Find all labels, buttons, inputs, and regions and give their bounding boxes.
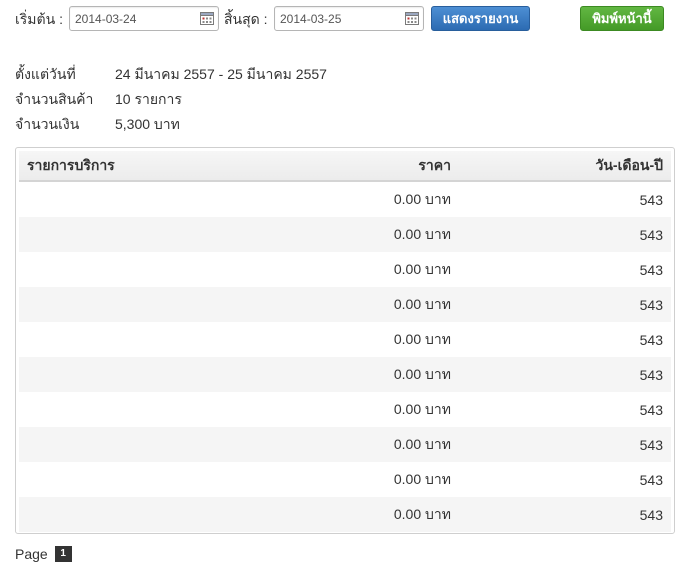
table-row: 0.00 บาท 543 <box>19 357 671 392</box>
cell-price: 0.00 บาท <box>229 217 459 252</box>
total-amount-value: 5,300 บาท <box>115 116 180 132</box>
table-row: 0.00 บาท 543 <box>19 252 671 287</box>
cell-price: 0.00 บาท <box>393 400 451 417</box>
show-report-button[interactable]: แสดงรายงาน <box>431 6 530 31</box>
report-table-panel: รายการบริการ ราคา วัน-เดือน-ปี 0.00 บาท … <box>15 147 675 534</box>
end-date-label: สิ้นสุด : <box>224 11 268 27</box>
cell-price: 0.00 บาท <box>229 357 459 392</box>
item-count-label: จำนวนสินค้า <box>15 91 94 107</box>
cell-price: 0.00 บาท <box>393 330 451 347</box>
date-range-value: 24 มีนาคม 2557 - 25 มีนาคม 2557 <box>115 66 327 82</box>
start-date-label: เริ่มต้น : <box>15 11 63 27</box>
total-amount-label: จำนวนเงิน <box>15 116 80 132</box>
cell-date: 543 <box>639 261 663 278</box>
cell-service <box>19 357 229 392</box>
cell-service <box>19 497 229 532</box>
table-row: 0.00 บาท 543 <box>19 217 671 252</box>
cell-service <box>19 181 229 217</box>
cell-date: 543 <box>459 217 671 252</box>
cell-date: 543 <box>639 191 663 208</box>
table-row: 0.00 บาท 543 <box>19 427 671 462</box>
cell-date: 543 <box>459 287 671 322</box>
cell-date: 543 <box>639 331 663 348</box>
column-header-date[interactable]: วัน-เดือน-ปี <box>459 151 671 182</box>
cell-price: 0.00 บาท <box>393 470 451 487</box>
end-date-input[interactable] <box>275 7 405 30</box>
pagination: Page 1 <box>15 544 72 563</box>
cell-service <box>19 462 229 497</box>
page-number-button[interactable]: 1 <box>54 546 72 563</box>
date-range-label: ตั้งแต่วันที่ <box>15 66 76 82</box>
cell-date: 543 <box>639 471 663 488</box>
table-row: 0.00 บาท 543 <box>19 497 671 532</box>
cell-price: 0.00 บาท <box>393 260 451 277</box>
start-date-input[interactable] <box>70 7 200 30</box>
cell-date: 543 <box>459 427 671 462</box>
cell-service <box>19 322 229 357</box>
summary-row-items: จำนวนสินค้า 10 รายการ <box>15 90 515 115</box>
date-filter-bar: เริ่มต้น : สิ้นสุด : แสดงรายงาน พิมพ <box>15 6 665 31</box>
cell-service <box>19 392 229 427</box>
cell-price: 0.00 บาท <box>229 497 459 532</box>
calendar-icon[interactable] <box>405 11 419 25</box>
end-date-field[interactable] <box>274 6 424 31</box>
cell-service <box>19 252 229 287</box>
cell-service <box>19 287 229 322</box>
table-row: 0.00 บาท 543 <box>19 462 671 497</box>
summary-row-amount: จำนวนเงิน 5,300 บาท <box>15 115 515 140</box>
table-row: 0.00 บาท 543 <box>19 181 671 217</box>
report-summary: ตั้งแต่วันที่ 24 มีนาคม 2557 - 25 มีนาคม… <box>15 65 515 140</box>
cell-price: 0.00 บาท <box>229 287 459 322</box>
cell-date: 543 <box>459 497 671 532</box>
cell-price: 0.00 บาท <box>229 427 459 462</box>
column-header-price[interactable]: ราคา <box>229 151 459 182</box>
print-page-button[interactable]: พิมพ์หน้านี้ <box>580 6 664 31</box>
report-table: รายการบริการ ราคา วัน-เดือน-ปี 0.00 บาท … <box>19 151 671 532</box>
cell-price: 0.00 บาท <box>393 190 451 207</box>
table-row: 0.00 บาท 543 <box>19 287 671 322</box>
table-row: 0.00 บาท 543 <box>19 322 671 357</box>
cell-service <box>19 217 229 252</box>
column-header-service[interactable]: รายการบริการ <box>19 151 229 182</box>
cell-date: 543 <box>639 401 663 418</box>
cell-date: 543 <box>459 357 671 392</box>
table-row: 0.00 บาท 543 <box>19 392 671 427</box>
item-count-value: 10 รายการ <box>115 91 182 107</box>
calendar-icon[interactable] <box>200 11 214 25</box>
summary-row-date-range: ตั้งแต่วันที่ 24 มีนาคม 2557 - 25 มีนาคม… <box>15 65 515 90</box>
cell-service <box>19 427 229 462</box>
pagination-label: Page <box>15 546 48 563</box>
table-header-row: รายการบริการ ราคา วัน-เดือน-ปี <box>19 151 671 182</box>
start-date-field[interactable] <box>69 6 219 31</box>
